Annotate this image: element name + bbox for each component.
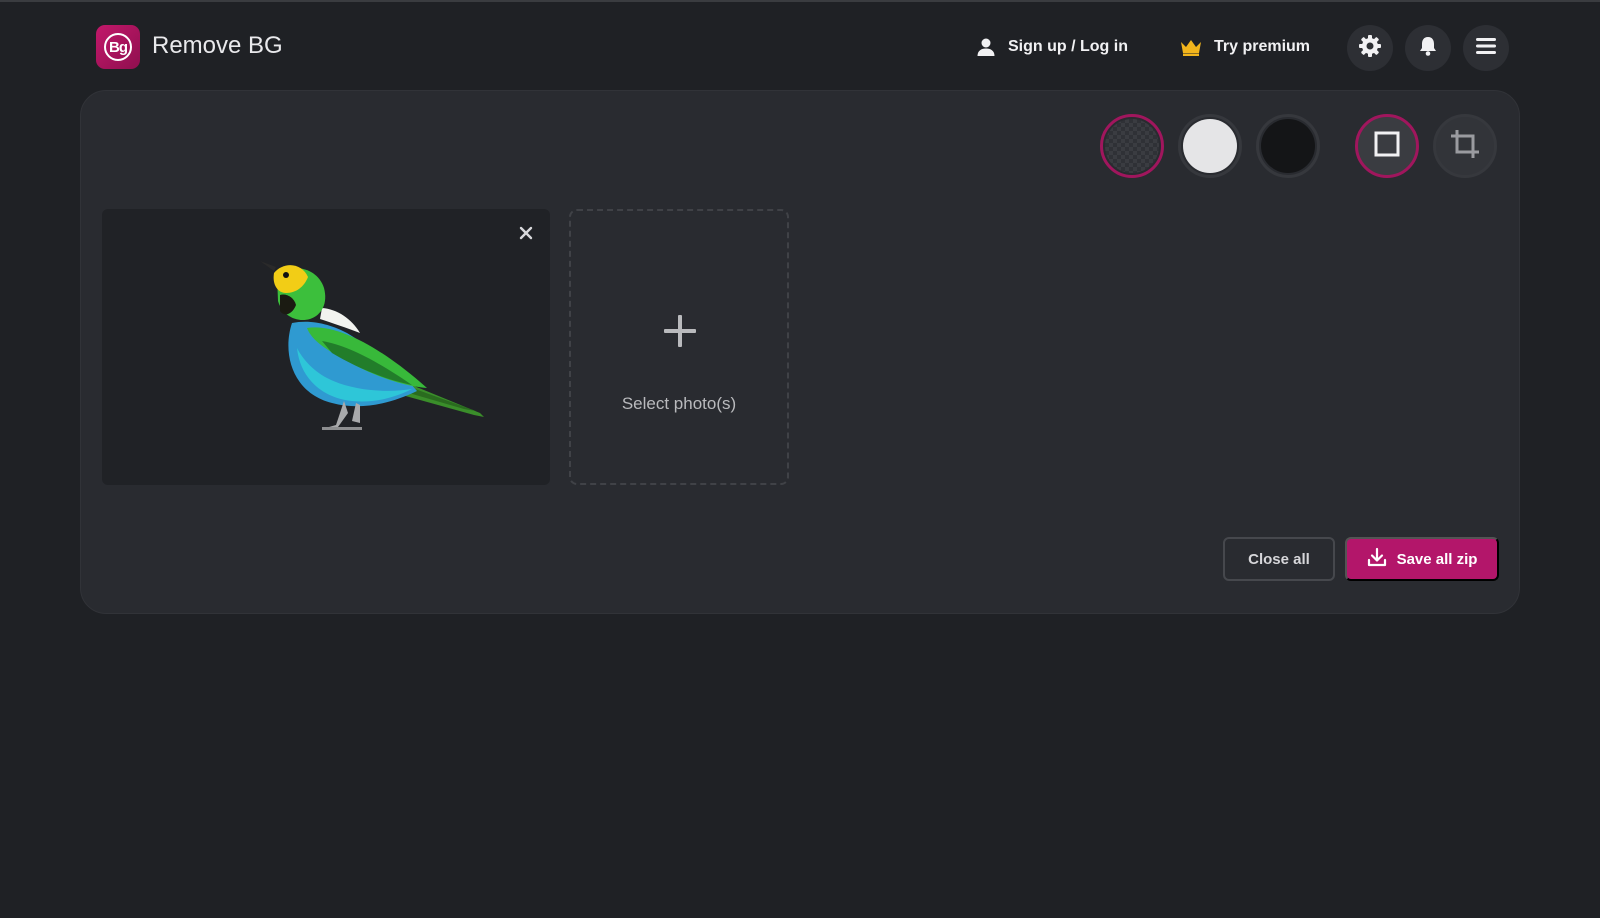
notifications-button[interactable]	[1405, 25, 1451, 71]
frame-tool-button[interactable]	[1355, 114, 1419, 178]
crown-icon	[1180, 38, 1202, 56]
black-swatch	[1261, 119, 1315, 173]
result-image-card[interactable]	[102, 209, 550, 485]
white-swatch	[1183, 119, 1237, 173]
signup-login-label: Sign up / Log in	[1008, 38, 1128, 55]
bell-icon	[1417, 35, 1439, 62]
user-icon	[976, 37, 996, 57]
settings-button[interactable]	[1347, 25, 1393, 71]
app-title[interactable]: Remove BG	[152, 32, 283, 60]
app-header: Bg Remove BG Sign up / Log in Try premiu…	[0, 2, 1600, 88]
remove-image-button[interactable]	[516, 223, 536, 243]
crop-tool-button[interactable]	[1433, 114, 1497, 178]
try-premium-label: Try premium	[1214, 38, 1311, 55]
menu-button[interactable]	[1463, 25, 1509, 71]
background-transparent-option[interactable]	[1100, 114, 1164, 178]
save-all-zip-button[interactable]: Save all zip	[1345, 537, 1499, 581]
square-icon	[1373, 130, 1401, 163]
app-logo[interactable]: Bg	[96, 25, 140, 69]
background-white-option[interactable]	[1178, 114, 1242, 178]
crop-icon	[1450, 129, 1480, 164]
close-all-button[interactable]: Close all	[1223, 537, 1335, 581]
close-icon	[519, 222, 533, 244]
editor-panel: Select photo(s) Close all Save all zip	[80, 90, 1520, 614]
try-premium-link[interactable]: Try premium	[1180, 34, 1310, 60]
save-all-zip-label: Save all zip	[1396, 550, 1478, 568]
download-icon	[1367, 547, 1387, 571]
select-photos-dropzone[interactable]: Select photo(s)	[569, 209, 789, 485]
logo-mark: Bg	[104, 33, 132, 61]
menu-icon	[1475, 36, 1497, 61]
select-photos-label: Select photo(s)	[621, 394, 737, 413]
signup-login-link[interactable]: Sign up / Log in	[976, 34, 1128, 60]
plus-icon	[662, 313, 698, 354]
gear-icon	[1358, 34, 1382, 63]
transparent-swatch	[1105, 119, 1159, 173]
bird-image	[260, 261, 484, 430]
background-black-option[interactable]	[1256, 114, 1320, 178]
